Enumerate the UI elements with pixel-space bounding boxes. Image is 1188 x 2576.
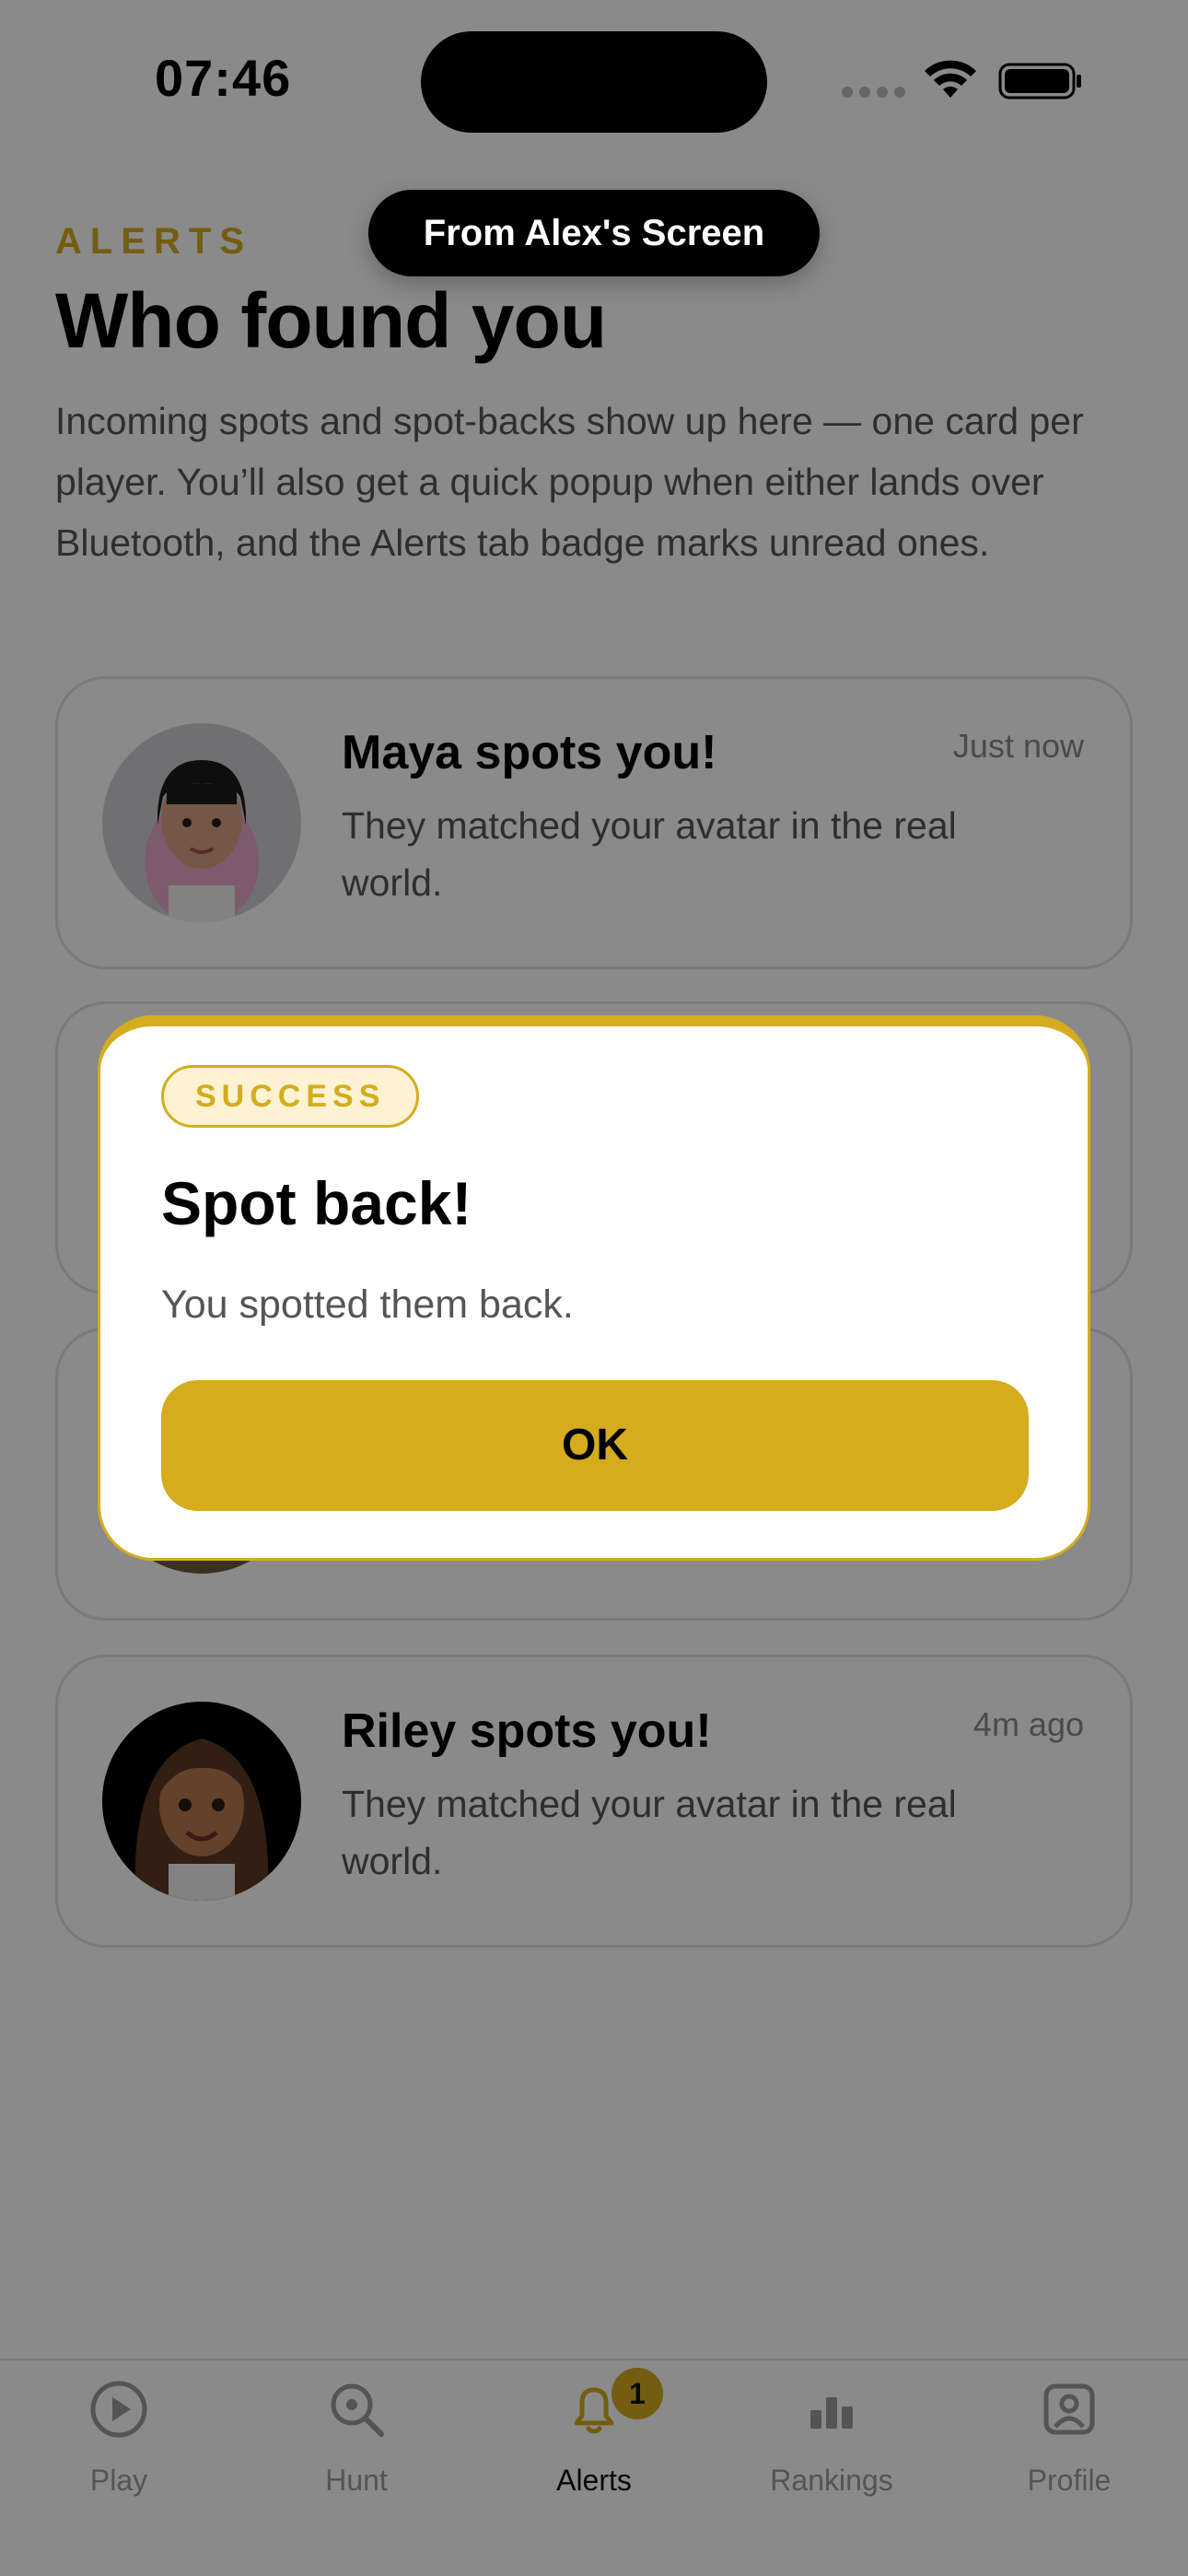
dialog-message: You spotted them back. [161, 1282, 574, 1327]
ok-button[interactable]: OK [161, 1380, 1029, 1511]
app-screen: 07:46 ALERTS Who found you Incoming spot… [0, 0, 1188, 2576]
success-dialog: SUCCESS Spot back! You spotted them back… [98, 1015, 1090, 1561]
source-toast: From Alex's Screen [368, 190, 820, 276]
dialog-title: Spot back! [161, 1169, 472, 1237]
status-badge: SUCCESS [161, 1065, 420, 1128]
